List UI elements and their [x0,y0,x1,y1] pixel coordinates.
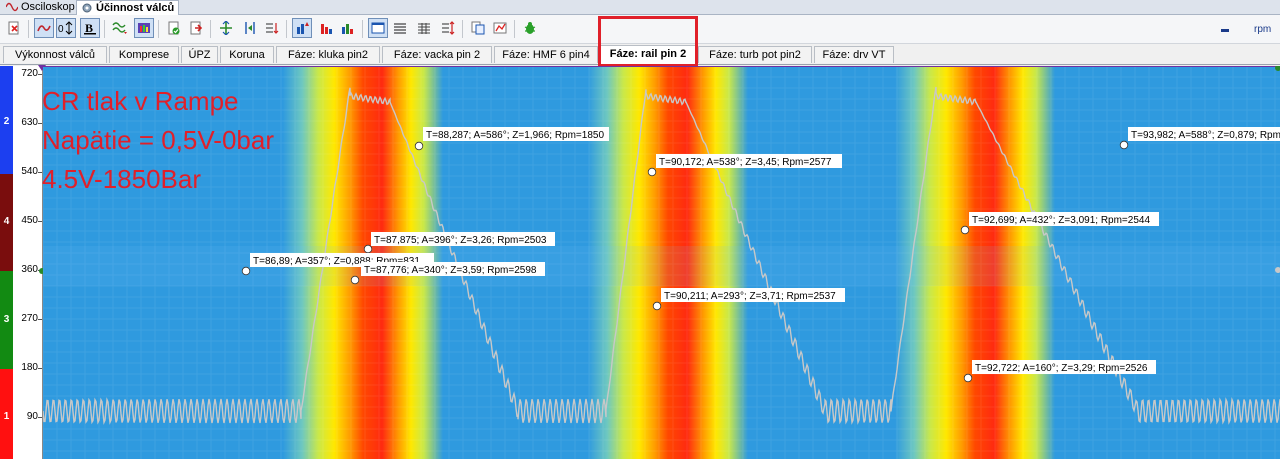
report-button[interactable] [490,18,510,38]
view-tab-bar: Výkonnost válců Komprese ÚPZ Koruna Fáze… [0,44,1280,65]
copy-doc-button[interactable] [468,18,488,38]
y-tick-label: 540 [21,166,38,177]
annotation-marker[interactable] [647,167,657,177]
unit-indicator [1221,29,1229,32]
bold-button[interactable]: B [80,18,100,38]
document-tab-bar: Osciloskop Účinnost válců [0,0,1280,15]
report-icon [493,22,507,34]
y-tick-label: 90 [26,411,38,422]
document-arrow-button[interactable] [186,18,206,38]
export-icon [8,21,19,35]
document-check-icon [168,21,180,35]
tab-upz[interactable]: ÚPZ [181,46,218,63]
annotation-label: T=87,776; A=340°; Z=3,59; Rpm=2598 [364,265,537,276]
window-button[interactable] [368,18,388,38]
y-tick-label: 630 [21,117,38,128]
y-tick-label: 360 [21,264,38,275]
annotation-marker[interactable] [652,301,662,311]
tab-osciloskop[interactable]: Osciloskop [2,0,79,14]
overlay-note-line-1: CR tlak v Rampe [42,86,239,116]
copy-doc-icon [471,21,485,35]
annotation-label: T=92,722; A=160°; Z=3,29; Rpm=2526 [975,363,1148,374]
bar-up-icon [297,22,309,34]
sine-wave-icon [6,2,18,12]
bar-overlay-icon [138,23,150,33]
bar-chart-multi-icon [342,24,353,34]
zoom-y-icon: 0 [58,21,73,35]
unit-label: rpm [1254,24,1272,35]
list-arrows-button[interactable] [438,18,458,38]
overlay-note-line-3: 4.5V-1850Bar [42,164,202,194]
svg-text:0: 0 [58,24,64,35]
wave-sync-icon [112,22,127,34]
annotation-label: T=93,982; A=588°; Z=0,879; Rpm=1850 [1131,130,1280,141]
wave-sync-button[interactable] [110,18,130,38]
lines-icon [394,23,406,34]
tab-faze-hmf[interactable]: Fáze: HMF 6 pin4 [494,46,598,63]
bar-chart-red-icon [321,24,332,34]
tab-faze-vacka[interactable]: Fáze: vacka pin 2 [382,46,492,63]
overlay-note-line-2: Napätie = 0,5V-0bar [42,125,274,155]
export-button[interactable] [4,18,24,38]
bar-chart-multi-button[interactable] [338,18,358,38]
lines-button[interactable] [390,18,410,38]
engine-gear-icon [82,3,92,13]
annotation-label: T=88,287; A=586°; Z=1,966; Rpm=1850 [426,130,604,141]
annotation-label: T=90,211; A=293°; Z=3,71; Rpm=2537 [664,291,836,302]
grid-lines-button[interactable] [414,18,434,38]
y-axis: 2 4 3 1 720 630 540 450 360 270 180 90 [0,65,46,459]
annotation-marker[interactable] [241,266,251,276]
toolbar: 0 B rpm [0,15,1280,44]
annotation-label: T=90,172; A=538°; Z=3,45; Rpm=2577 [659,157,832,168]
annotation-marker[interactable] [414,141,424,151]
zoom-y-button[interactable]: 0 [56,18,76,38]
marker-arrows-button[interactable] [240,18,260,38]
annotation-marker[interactable] [960,225,970,235]
annotation-marker[interactable] [350,275,360,285]
tab-faze-kluka[interactable]: Fáze: kluka pin2 [276,46,380,63]
bug-button[interactable] [520,18,540,38]
list-arrows-icon [442,21,455,35]
annotation-marker[interactable] [363,244,373,254]
annotation-marker[interactable] [963,373,973,383]
y-tick-label: 720 [21,68,38,79]
curve-mode-button[interactable] [34,18,54,38]
cursor-arrows-icon [220,21,232,35]
y-tick-label: 450 [21,215,38,226]
annotation-marker[interactable] [1119,140,1129,150]
marker-arrows-icon [245,22,255,34]
cursor-arrows-button[interactable] [216,18,236,38]
grid-lines-icon [418,23,430,34]
document-arrow-icon [190,21,203,35]
tab-label: Osciloskop [21,1,75,13]
curve-mode-icon [37,25,51,32]
tab-vykonnost-valcu[interactable]: Výkonnost válců [3,46,107,63]
tab-koruna[interactable]: Koruna [220,46,274,63]
tab-komprese[interactable]: Komprese [109,46,179,63]
document-check-button[interactable] [164,18,184,38]
annotation-label: T=87,875; A=396°; Z=3,26; Rpm=2503 [374,235,547,246]
annotation-label: T=92,699; A=432°; Z=3,091; Rpm=2544 [972,215,1150,226]
list-sort-button[interactable] [262,18,282,38]
tab-ucinnost-valcu[interactable]: Účinnost válců [76,0,180,15]
tab-faze-rail[interactable]: Fáze: rail pin 2 [600,45,696,64]
y-tick-label: 270 [21,313,38,324]
window-icon [371,22,385,34]
tab-faze-turb-pot[interactable]: Fáze: turb pot pin2 [698,46,812,63]
svg-text:B: B [85,21,93,35]
bold-b-icon: B [84,21,96,35]
bar-chart-red-button[interactable] [316,18,336,38]
bug-icon [524,22,536,34]
tab-label: Účinnost válců [96,2,175,14]
list-sort-icon [266,23,279,34]
y-tick-label: 180 [21,362,38,373]
tab-faze-drv-vt[interactable]: Fáze: drv VT [814,46,894,63]
bar-overlay-button[interactable] [134,18,154,38]
bar-up-button[interactable] [292,18,312,38]
